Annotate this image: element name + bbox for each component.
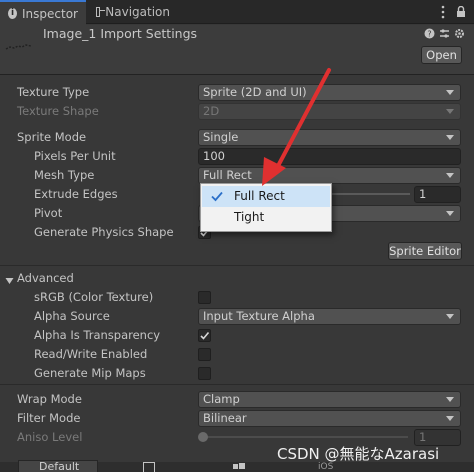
watermark: CSDN @無能なAzarasi — [277, 445, 440, 463]
annotation-arrow — [262, 68, 331, 186]
